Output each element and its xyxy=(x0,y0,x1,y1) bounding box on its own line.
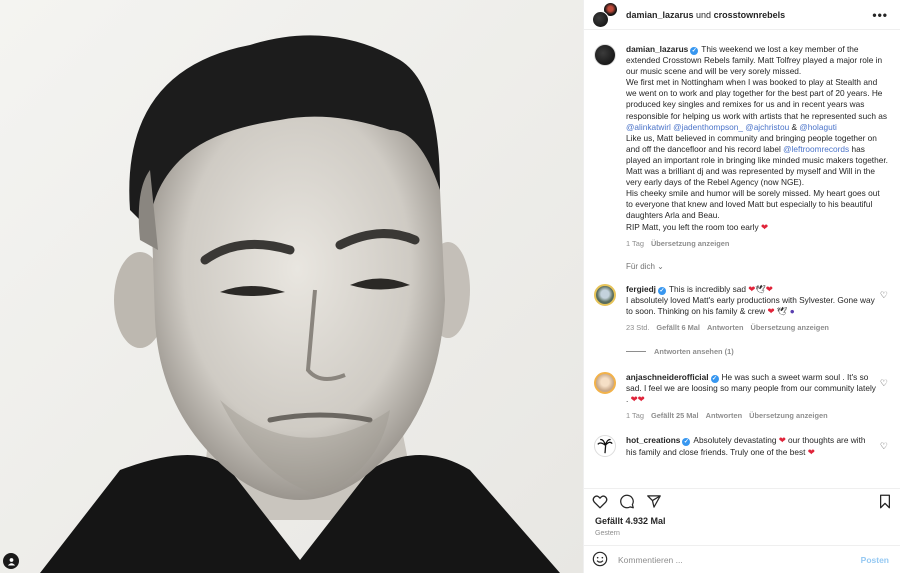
heart-emoji-icon: ❤ xyxy=(760,221,768,232)
collab-avatars[interactable] xyxy=(592,1,618,28)
reply-button[interactable]: Antworten xyxy=(707,323,744,332)
heart-emoji-icon: ❤❤ xyxy=(630,394,645,405)
comment-like-heart-icon[interactable]: ♡ xyxy=(876,290,888,333)
comment-meta: 1 Tag Gefällt 25 Mal Antworten Übersetzung … xyxy=(626,410,876,421)
portrait-image xyxy=(0,0,583,573)
comment: anjaschneiderofficial ✓ He was such a swee… xyxy=(594,372,888,421)
comment-username[interactable]: fergiedj xyxy=(626,284,656,294)
verified-icon: ✓ xyxy=(710,375,719,384)
heart-emoji-icon: ❤ xyxy=(778,435,786,446)
palm-tree-icon xyxy=(597,439,613,454)
comment: hot_creations ✓ Absolutely devastating ❤ o… xyxy=(594,435,888,458)
avatar[interactable] xyxy=(594,372,616,395)
instagram-post-view: damian_lazarus und crosstownrebels ••• d… xyxy=(0,0,900,573)
chevron-down-icon: ⌄ xyxy=(657,261,664,271)
comment-like-heart-icon[interactable]: ♡ xyxy=(876,441,888,457)
caption-username[interactable]: damian_lazarus xyxy=(626,44,688,54)
bookmark-icon[interactable] xyxy=(878,494,892,511)
mention-link[interactable]: @leftroomrecords xyxy=(783,144,849,154)
comment-bubble-icon[interactable] xyxy=(619,494,635,511)
sort-dropdown[interactable]: Für dich ⌄ xyxy=(626,262,888,271)
sort-label: Für dich xyxy=(626,261,655,271)
comment-input[interactable] xyxy=(618,554,861,565)
comment-time[interactable]: 1 Tag xyxy=(626,411,644,420)
heart-emoji-icon: ❤ xyxy=(765,283,773,294)
caption-text: RIP Matt, you left the room too early xyxy=(626,221,759,232)
post-authors: damian_lazarus und crosstownrebels xyxy=(626,10,872,20)
caption-text: We first met in Nottingham when I was bo… xyxy=(626,77,888,121)
author-joiner: und xyxy=(693,9,714,20)
likes-count[interactable]: Gefällt 4.932 Mal xyxy=(595,516,889,526)
caption-text: His cheeky smile and humor will be sorel… xyxy=(626,188,880,221)
comment-username[interactable]: anjaschneiderofficial xyxy=(626,372,709,382)
share-paper-plane-icon[interactable] xyxy=(646,494,662,511)
comment-username[interactable]: hot_creations xyxy=(626,435,680,445)
reply-button[interactable]: Antworten xyxy=(706,411,743,420)
view-replies-button[interactable]: Antworten ansehen (1) xyxy=(626,347,888,356)
comment-text: This is incredibly sad xyxy=(668,283,746,294)
post-comment-button[interactable]: Posten xyxy=(861,555,889,565)
comments-section[interactable]: damian_lazarus ✓ This weekend we lost a ke… xyxy=(584,30,900,488)
comment-time[interactable]: 23 Std. xyxy=(626,323,649,332)
avatar[interactable] xyxy=(594,283,616,306)
author-link[interactable]: crosstownrebels xyxy=(714,10,786,20)
dove-emoji-icon: 🕊 xyxy=(755,283,766,294)
comment-input-bar: Posten xyxy=(584,545,900,573)
post-actions xyxy=(584,488,900,516)
mention-link[interactable]: @ajchristou xyxy=(745,122,789,132)
translate-link[interactable]: Übersetzung anzeigen xyxy=(751,323,829,332)
comment-meta: 23 Std. Gefällt 6 Mal Antworten Übersetzung… xyxy=(626,322,876,333)
mention-link[interactable]: @jadenthompson_ xyxy=(673,122,743,132)
translate-link[interactable]: Übersetzung anzeigen xyxy=(749,411,827,420)
replies-line xyxy=(626,351,646,353)
comment-likes[interactable]: Gefällt 6 Mal xyxy=(656,323,700,332)
author-link[interactable]: damian_lazarus xyxy=(626,10,694,20)
caption-meta: 1 Tag Übersetzung anzeigen xyxy=(626,238,888,249)
post-sidebar: damian_lazarus und crosstownrebels ••• d… xyxy=(583,0,900,573)
tagged-user-icon[interactable] xyxy=(3,553,19,569)
emoji-smiley-icon[interactable] xyxy=(592,551,608,569)
comment-like-heart-icon[interactable]: ♡ xyxy=(876,378,888,421)
post-photo[interactable] xyxy=(0,0,583,573)
comment-text: Absolutely devastating xyxy=(693,435,777,446)
like-heart-icon[interactable] xyxy=(592,494,608,511)
caption: damian_lazarus ✓ This weekend we lost a ke… xyxy=(594,44,888,249)
mention-link[interactable]: @holaguti xyxy=(799,122,837,132)
dove-emoji-icon: 🕊 xyxy=(776,305,788,316)
post-header: damian_lazarus und crosstownrebels ••• xyxy=(584,0,900,30)
mention-link[interactable]: @alinkatwirl xyxy=(626,122,671,132)
avatar[interactable] xyxy=(594,44,616,66)
verified-icon: ✓ xyxy=(657,286,666,295)
comment-text: I absolutely loved Matt's early producti… xyxy=(626,294,875,316)
more-options-button[interactable]: ••• xyxy=(872,8,888,22)
caption-text: & xyxy=(789,121,800,132)
comment: fergiedj ✓ This is incredibly sad ❤🕊❤ I ab… xyxy=(594,283,888,333)
verified-icon: ✓ xyxy=(690,47,699,55)
view-replies-label: Antworten ansehen (1) xyxy=(654,347,734,357)
avatar xyxy=(592,10,609,28)
heart-emoji-icon: ❤ xyxy=(807,446,815,457)
caption-time[interactable]: 1 Tag xyxy=(626,239,644,248)
verified-icon: ✓ xyxy=(682,438,691,447)
avatar[interactable] xyxy=(594,435,616,458)
heart-emoji-icon: ❤ xyxy=(767,305,775,316)
post-likes-block: Gefällt 4.932 Mal Gestern xyxy=(584,516,900,545)
comment-likes[interactable]: Gefällt 25 Mal xyxy=(651,411,699,420)
post-date: Gestern xyxy=(595,530,620,537)
translate-link[interactable]: Übersetzung anzeigen xyxy=(651,239,729,248)
purple-emoji-icon: ● xyxy=(789,305,795,316)
